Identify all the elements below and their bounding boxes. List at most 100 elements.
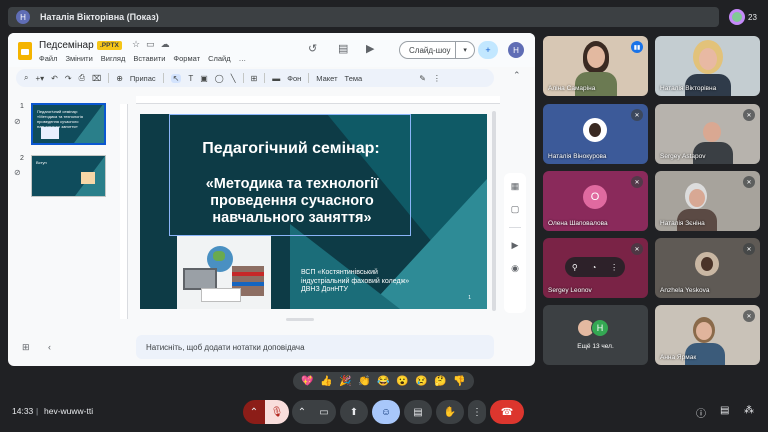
present-button[interactable]: ⬆ (340, 400, 368, 424)
vertical-scrollbar[interactable] (492, 111, 496, 311)
menu-view[interactable]: Вигляд (101, 54, 126, 63)
slideshow-button[interactable]: Слайд-шоу ▾ (399, 41, 475, 59)
participant-tile[interactable]: ⚲ ◔ ⋮ ✕ Sergey Leonov (543, 238, 648, 298)
menu-insert[interactable]: Вставити (133, 54, 165, 63)
redo-icon[interactable]: ↷ (65, 74, 72, 83)
select-cursor-icon[interactable]: ↖ (170, 73, 182, 83)
account-avatar[interactable]: Н (508, 42, 524, 58)
keep-icon[interactable]: ▢ (511, 204, 520, 215)
slide-thumbnail-2[interactable]: Вступ (31, 155, 106, 197)
thumb-number: 2 (20, 155, 24, 162)
camera-icon: ▭ (319, 406, 329, 418)
search-menus-icon[interactable]: ⌕ (24, 73, 28, 83)
line-icon[interactable]: ╲ (231, 74, 236, 83)
maps-icon[interactable]: ◉ (511, 263, 519, 274)
calendar-icon[interactable]: ▦ (511, 181, 520, 192)
new-slide-icon[interactable]: +▾ (35, 74, 44, 83)
image-icon[interactable]: ▣ (200, 74, 208, 83)
more-options-icon[interactable]: ⋮ (610, 263, 618, 272)
reaction-party[interactable]: 🎉 (339, 376, 351, 387)
more-icon[interactable]: ⋮ (433, 74, 441, 83)
speaker-notes[interactable]: Натисніть, щоб додати нотатки доповідача (136, 335, 494, 359)
speaking-icon: ▮▮ (631, 41, 643, 53)
participant-tile[interactable]: Наталія Вікторівна (655, 36, 760, 96)
participant-tile[interactable]: ✕ Sergey Astapov (655, 104, 760, 164)
camera-toggle-button[interactable]: ▭ (312, 400, 336, 424)
meet-window: Н Наталія Вікторівна (Показ) 23 Педсемін… (0, 0, 768, 432)
participant-tile[interactable]: О ✕ Олена Шаповалова (543, 171, 648, 231)
participant-tile[interactable]: ✕ Анна Ярмак (655, 305, 760, 365)
menu-edit[interactable]: Змінити (65, 54, 92, 63)
more-options-button[interactable]: ⋮ (468, 400, 486, 424)
audio-options-button[interactable]: ⌃ (243, 400, 265, 424)
paint-format-icon[interactable]: ⌧ (92, 74, 101, 83)
theme-button[interactable]: Тема (345, 74, 363, 83)
comments-icon[interactable]: ▤ (338, 42, 348, 55)
pen-tool-icon[interactable]: ✎ (419, 74, 426, 83)
comment-add-icon[interactable]: ⊞ (251, 74, 258, 83)
reaction-laugh[interactable]: 😂 (377, 376, 389, 387)
participants-button[interactable]: 23 (727, 7, 759, 27)
mic-toggle-button[interactable]: 🎙 (265, 400, 289, 424)
activities-icon[interactable]: ⁂ (744, 405, 754, 416)
chevron-down-icon[interactable]: ▾ (455, 42, 474, 58)
reaction-surprised[interactable]: 😮 (396, 376, 408, 387)
thumb-text: Педагогічний семінар: «Методика та техно… (37, 109, 83, 129)
info-icon[interactable]: ⓘ (696, 405, 706, 420)
current-slide[interactable]: Педагогічний семінар: «Методика та техно… (140, 114, 487, 309)
reactions-button[interactable]: ☺ (372, 400, 400, 424)
slide-footer: ВСП «Костянтинівський індустріальний фах… (301, 269, 410, 293)
more-participants-tile[interactable]: Н Ещё 13 чел. (543, 305, 648, 365)
participant-tile[interactable]: ✕ Anzhela Yeskova (655, 238, 760, 298)
participant-tile[interactable]: ✕ Наталія Вінокурова (543, 104, 648, 164)
reaction-thumbs-down[interactable]: 👎 (453, 376, 465, 387)
participants-icon (729, 9, 746, 25)
video-options-button[interactable]: ⌃ (292, 400, 312, 424)
reaction-clap[interactable]: 👏 (358, 376, 370, 387)
zoom-icon[interactable]: ⊕ (116, 74, 123, 83)
slides-logo-icon[interactable] (18, 42, 32, 60)
document-title[interactable]: Педсемінар (39, 40, 94, 51)
leave-call-button[interactable]: ☎ (490, 400, 524, 424)
background-button[interactable]: Фон (287, 74, 301, 83)
reactions-bar: 💖 👍 🎉 👏 😂 😮 😢 🤔 👎 (293, 372, 474, 390)
meet-video-icon[interactable]: ▶ (366, 42, 374, 55)
slide-thumbnail-1[interactable]: Педагогічний семінар: «Методика та техно… (31, 103, 106, 145)
menu-more[interactable]: … (239, 54, 247, 63)
reaction-heart[interactable]: 💖 (301, 376, 313, 387)
fit-dropdown[interactable]: Припас (130, 74, 156, 83)
share-button[interactable]: + (478, 41, 498, 59)
participant-tile[interactable]: ▮▮ Аліна Самаріна (543, 36, 648, 96)
star-icon[interactable]: ☆ (132, 39, 140, 50)
grid-view-icon[interactable]: ⊞ (22, 342, 30, 353)
reaction-sad[interactable]: 😢 (415, 376, 427, 387)
chevron-up-icon[interactable]: ⌃ (513, 70, 521, 81)
raise-hand-button[interactable]: ✋ (436, 400, 464, 424)
reaction-thinking[interactable]: 🤔 (434, 376, 446, 387)
captions-button[interactable]: ▤ (404, 400, 432, 424)
move-folder-icon[interactable]: ▭ (146, 39, 155, 50)
chevron-left-icon[interactable]: ‹ (48, 342, 51, 352)
reaction-thumbs-up[interactable]: 👍 (320, 376, 332, 387)
mic-off-icon: ✕ (743, 176, 755, 188)
chat-icon[interactable]: ▤ (720, 405, 729, 416)
participant-name: Наталія Вінокурова (548, 153, 607, 160)
undo-icon[interactable]: ↶ (51, 74, 58, 83)
video-icon[interactable]: ▶ (512, 240, 519, 251)
history-icon[interactable]: ↺ (308, 42, 317, 55)
presenter-name: Наталія Вікторівна (Показ) (40, 12, 159, 22)
participant-tile[interactable]: ✕ Наталія Зєніна (655, 171, 760, 231)
pin-icon[interactable]: ⚲ (572, 263, 578, 272)
horizontal-scrollbar[interactable] (286, 318, 314, 321)
cloud-status-icon[interactable]: ☁ (161, 39, 170, 50)
layout-button[interactable]: Макет (316, 74, 337, 83)
text-box-icon[interactable]: T (188, 74, 193, 83)
fill-color-icon[interactable]: ▬ (272, 74, 280, 83)
mute-participant-icon[interactable]: ◔ (592, 263, 597, 272)
print-icon[interactable]: ⎙ (79, 73, 85, 83)
menu-file[interactable]: Файл (39, 54, 57, 63)
menu-slide[interactable]: Слайд (208, 54, 231, 63)
slide-heading: Педагогічний семінар: (202, 140, 380, 157)
shape-icon[interactable]: ◯ (215, 74, 224, 83)
menu-format[interactable]: Формат (173, 54, 200, 63)
